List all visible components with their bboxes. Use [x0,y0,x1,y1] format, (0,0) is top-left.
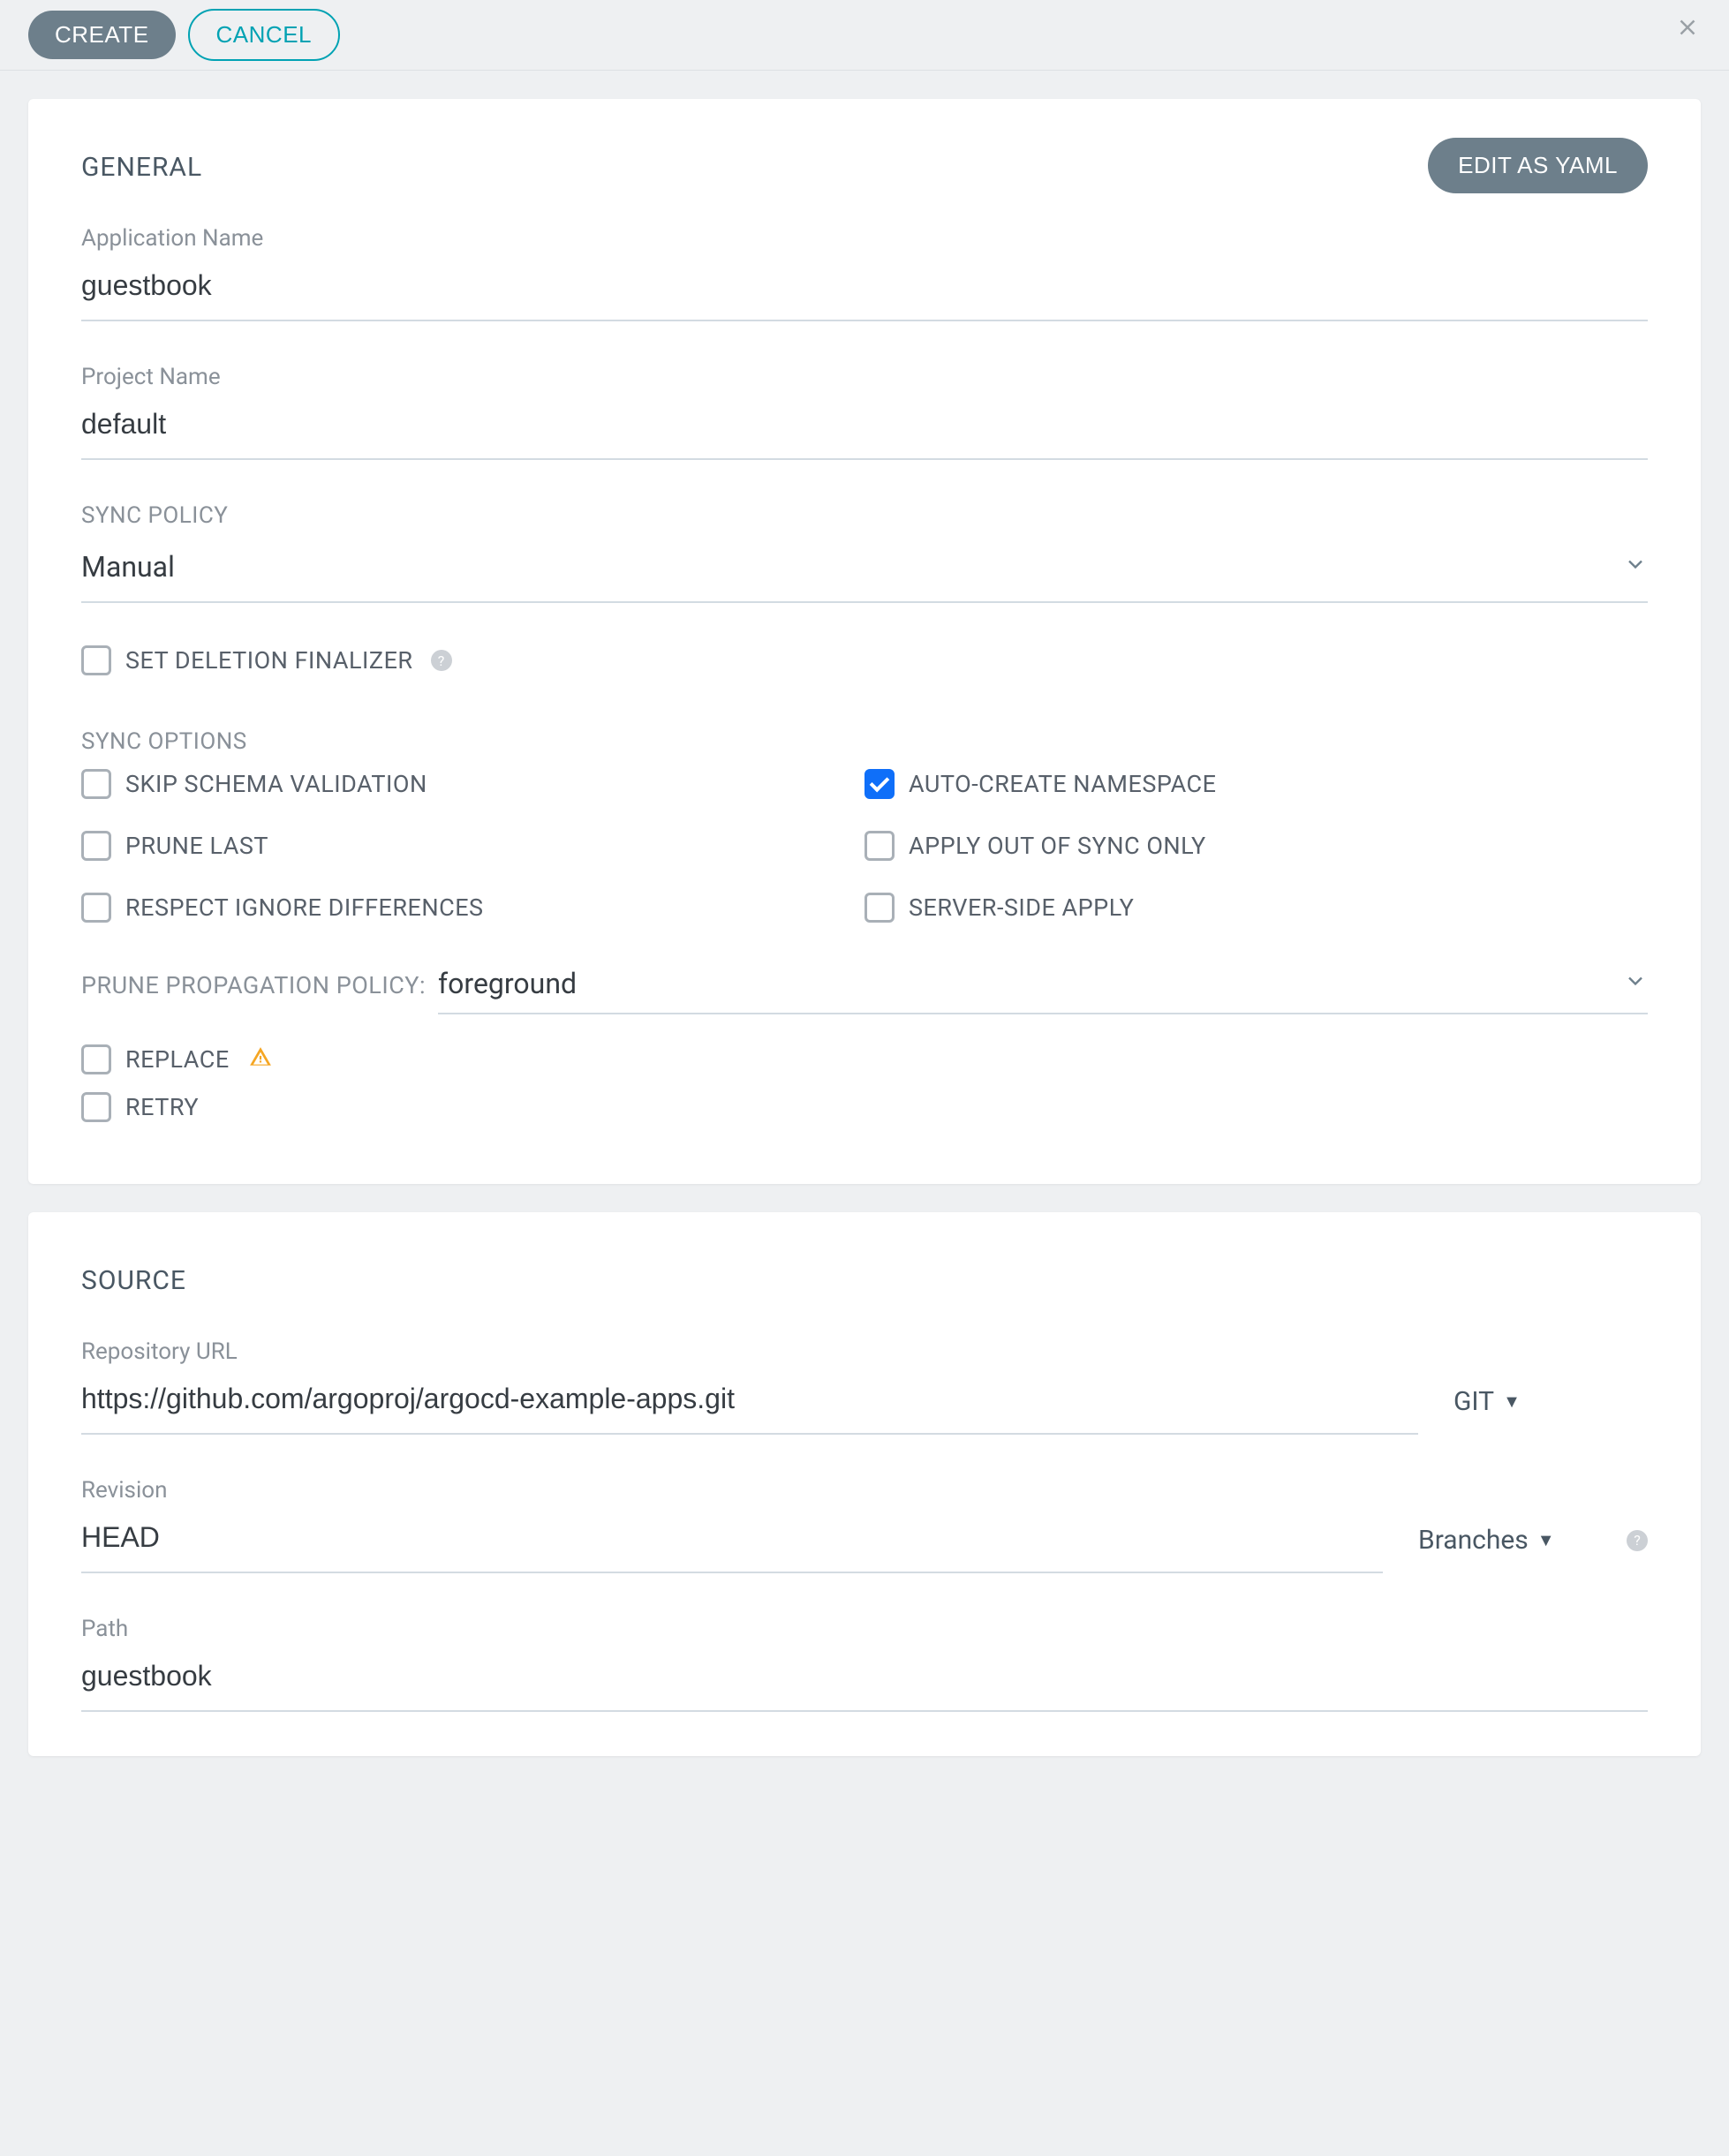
repo-url-label: Repository URL [81,1338,1418,1365]
source-title: SOURCE [81,1265,1648,1296]
sync-policy-value: Manual [81,550,175,584]
app-name-input[interactable] [81,262,1648,321]
apply-out-of-sync-label: APPLY OUT OF SYNC ONLY [909,832,1206,860]
general-panel: EDIT AS YAML GENERAL Application Name Pr… [28,99,1701,1184]
respect-ignore-checkbox[interactable] [81,893,111,923]
cancel-button[interactable]: CANCEL [188,9,340,61]
auto-create-ns-label: AUTO-CREATE NAMESPACE [909,770,1216,798]
server-side-apply-label: SERVER-SIDE APPLY [909,893,1134,922]
sync-policy-label: SYNC POLICY [81,502,1648,529]
retry-checkbox[interactable] [81,1092,111,1122]
source-panel: SOURCE Repository URL GIT ▼ Revision Bra… [28,1212,1701,1756]
set-deletion-finalizer-label: SET DELETION FINALIZER [125,646,413,675]
close-icon[interactable] [1674,14,1701,47]
caret-down-icon: ▼ [1537,1529,1555,1551]
chevron-down-icon [1623,552,1648,583]
repo-type-dropdown[interactable]: GIT ▼ [1453,1386,1648,1435]
prune-last-checkbox[interactable] [81,831,111,861]
sync-options-label: SYNC OPTIONS [81,728,1648,755]
path-input[interactable] [81,1653,1648,1712]
revision-input[interactable] [81,1514,1383,1573]
project-name-label: Project Name [81,364,1648,390]
retry-label: RETRY [125,1093,199,1121]
prune-propagation-label: PRUNE PROPAGATION POLICY: [81,971,426,999]
replace-label: REPLACE [125,1045,230,1074]
revision-label: Revision [81,1477,1383,1504]
skip-schema-checkbox[interactable] [81,769,111,799]
revision-type-dropdown[interactable]: Branches ▼ ? [1418,1525,1648,1573]
help-icon[interactable]: ? [431,650,452,671]
general-title: GENERAL [81,152,1648,183]
server-side-apply-checkbox[interactable] [864,893,895,923]
app-name-label: Application Name [81,225,1648,252]
apply-out-of-sync-checkbox[interactable] [864,831,895,861]
edit-as-yaml-button[interactable]: EDIT AS YAML [1428,138,1648,193]
chevron-down-icon [1623,969,1648,999]
sync-policy-dropdown[interactable]: Manual [81,543,1648,603]
replace-checkbox[interactable] [81,1044,111,1074]
help-icon[interactable]: ? [1627,1530,1648,1551]
skip-schema-label: SKIP SCHEMA VALIDATION [125,770,427,798]
project-name-input[interactable] [81,401,1648,460]
set-deletion-finalizer-checkbox[interactable] [81,645,111,675]
auto-create-ns-checkbox[interactable] [864,769,895,799]
prune-propagation-value: foreground [438,967,1623,1000]
caret-down-icon: ▼ [1503,1391,1521,1413]
repo-type-value: GIT [1453,1386,1494,1417]
respect-ignore-label: RESPECT IGNORE DIFFERENCES [125,893,484,922]
path-label: Path [81,1616,1648,1642]
revision-type-value: Branches [1418,1525,1529,1556]
prune-propagation-dropdown[interactable]: foreground [438,967,1648,1014]
create-button[interactable]: CREATE [28,11,176,59]
prune-last-label: PRUNE LAST [125,832,268,860]
warning-icon [249,1045,272,1074]
repo-url-input[interactable] [81,1376,1418,1435]
